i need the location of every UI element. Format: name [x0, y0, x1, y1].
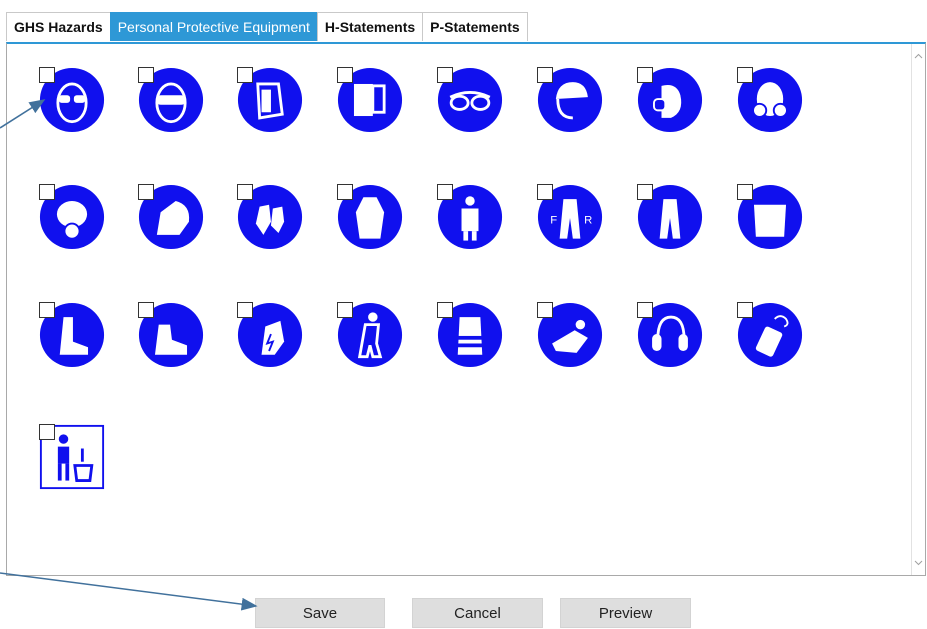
ppe-checkbox[interactable]	[237, 184, 253, 200]
ppe-icon-tile[interactable]	[39, 184, 109, 254]
ppe-checkbox[interactable]	[737, 302, 753, 318]
ppe-panel: FR	[6, 42, 926, 576]
ppe-checkbox[interactable]	[537, 184, 553, 200]
ppe-checkbox[interactable]	[337, 67, 353, 83]
ppe-icon-tile[interactable]	[237, 302, 307, 372]
ppe-checkbox[interactable]	[637, 184, 653, 200]
ppe-checkbox[interactable]	[237, 302, 253, 318]
ppe-icon-tile[interactable]	[39, 67, 109, 137]
ppe-checkbox[interactable]	[537, 302, 553, 318]
ppe-checkbox[interactable]	[337, 302, 353, 318]
tab-h-statements[interactable]: H-Statements	[316, 12, 424, 41]
ppe-icon-tile[interactable]	[337, 302, 407, 372]
vertical-scrollbar[interactable]	[911, 44, 925, 575]
ppe-icon-tile[interactable]	[637, 302, 707, 372]
ppe-icon-tile[interactable]	[437, 302, 507, 372]
ppe-checkbox[interactable]	[39, 424, 55, 440]
ppe-icon-tile[interactable]	[138, 184, 208, 254]
ppe-icon-tile[interactable]	[337, 184, 407, 254]
ppe-checkbox[interactable]	[138, 302, 154, 318]
ppe-checkbox[interactable]	[138, 184, 154, 200]
ppe-icon-tile[interactable]	[737, 302, 807, 372]
ppe-icon-tile[interactable]	[537, 67, 607, 137]
ppe-icon-tile[interactable]: FR	[537, 184, 607, 254]
ppe-icon-tile[interactable]	[637, 67, 707, 137]
ppe-icon-tile[interactable]	[237, 67, 307, 137]
ppe-icon-tile[interactable]	[637, 184, 707, 254]
ppe-checkbox[interactable]	[39, 67, 55, 83]
ppe-checkbox[interactable]	[437, 184, 453, 200]
ppe-icon-tile[interactable]	[39, 424, 109, 494]
preview-button[interactable]: Preview	[560, 598, 691, 628]
svg-text:R: R	[584, 215, 592, 227]
ppe-checkbox[interactable]	[237, 67, 253, 83]
scroll-up-arrow-icon[interactable]	[914, 52, 923, 61]
ppe-icon-tile[interactable]	[737, 67, 807, 137]
ppe-checkbox[interactable]	[138, 67, 154, 83]
ppe-checkbox[interactable]	[637, 302, 653, 318]
ppe-checkbox[interactable]	[337, 184, 353, 200]
ppe-icon-tile[interactable]	[437, 184, 507, 254]
ppe-icon-tile[interactable]	[737, 184, 807, 254]
ppe-checkbox[interactable]	[39, 184, 55, 200]
tab-bar: GHS Hazards Personal Protective Equipmen…	[6, 12, 528, 42]
cancel-button[interactable]: Cancel	[412, 598, 543, 628]
ppe-icon-tile[interactable]	[437, 67, 507, 137]
ppe-checkbox[interactable]	[637, 67, 653, 83]
ppe-checkbox[interactable]	[39, 302, 55, 318]
ppe-checkbox[interactable]	[437, 67, 453, 83]
ppe-icon-tile[interactable]	[138, 67, 208, 137]
scroll-down-arrow-icon[interactable]	[914, 558, 923, 567]
ppe-icon-tile[interactable]	[337, 67, 407, 137]
ppe-icon-tile[interactable]	[39, 302, 109, 372]
svg-text:F: F	[550, 215, 557, 227]
tab-personal-protective-equipment[interactable]: Personal Protective Equipment	[109, 12, 318, 41]
ppe-checkbox[interactable]	[537, 67, 553, 83]
ppe-icon-tile[interactable]	[537, 302, 607, 372]
arrow-to-save-button	[0, 572, 258, 611]
tab-p-statements[interactable]: P-Statements	[422, 12, 528, 41]
ppe-checkbox[interactable]	[737, 67, 753, 83]
save-button[interactable]: Save	[255, 598, 385, 628]
tab-ghs-hazards[interactable]: GHS Hazards	[6, 12, 111, 41]
ppe-icon-tile[interactable]	[138, 302, 208, 372]
ppe-checkbox[interactable]	[437, 302, 453, 318]
ppe-checkbox[interactable]	[737, 184, 753, 200]
ppe-icon-tile[interactable]	[237, 184, 307, 254]
